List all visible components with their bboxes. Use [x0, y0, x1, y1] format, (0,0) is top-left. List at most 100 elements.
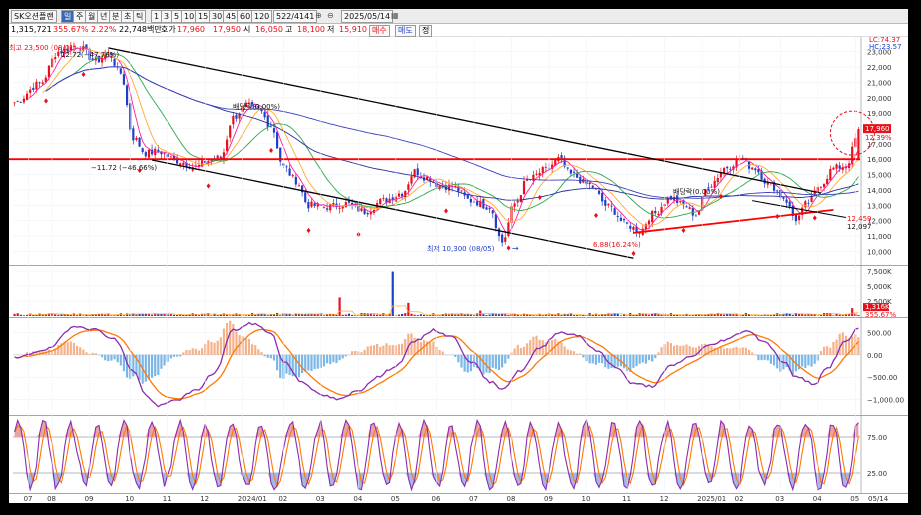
volume-bar	[804, 314, 807, 316]
calendar-icon[interactable]: ▦	[391, 10, 399, 21]
macd-oscillator-bar	[519, 347, 522, 355]
candle-body	[457, 186, 460, 192]
volume-bar	[579, 315, 582, 316]
candle-body	[366, 213, 369, 215]
macd-pane: 500.00 0.00 −500.00 −1,000.00	[9, 317, 908, 415]
volume-bar	[572, 315, 576, 316]
time-tick-label: 12	[200, 495, 209, 503]
volume-bar	[807, 314, 810, 316]
macd-oscillator-bar	[307, 354, 310, 371]
candle-body	[326, 208, 329, 210]
volume-bar	[757, 315, 760, 316]
volume-rate: 355.67%	[53, 25, 89, 34]
macd-oscillator-bar	[110, 354, 113, 361]
interval-120-button[interactable]: 120	[251, 10, 273, 23]
candle-body	[401, 193, 404, 197]
macd-oscillator-bar	[116, 354, 119, 363]
volume-bar	[72, 313, 76, 316]
candle-body	[832, 167, 835, 170]
macd-tick-label: 500.00	[867, 329, 892, 337]
macd-oscillator-bar	[757, 354, 760, 361]
volume-current-label: 1,316K	[865, 303, 890, 311]
time-tick-label: 05	[850, 495, 859, 503]
sell-button[interactable]: 매도	[395, 25, 416, 37]
macd-oscillator-bar	[94, 353, 97, 355]
zoom-out-icon[interactable]: ⊖	[327, 10, 334, 21]
candle-body	[685, 206, 688, 208]
stochastic-tick-label: 75.00	[867, 434, 887, 442]
period-tick-button[interactable]: 틱	[133, 10, 147, 23]
macd-oscillator-bar	[244, 338, 247, 355]
macd-oscillator-bar	[501, 354, 504, 368]
ask-label: 호가	[161, 25, 176, 34]
candle-body	[729, 168, 732, 170]
macd-oscillator-bar	[672, 345, 676, 355]
macd-oscillator-bar	[332, 354, 335, 363]
macd-oscillator-bar	[688, 346, 691, 355]
volume-bar	[751, 315, 754, 317]
macd-oscillator-bar	[466, 354, 469, 373]
candle-body	[41, 82, 44, 84]
date-field[interactable]: 2025/05/14	[341, 10, 394, 23]
time-tick-label: 05/14	[868, 495, 889, 503]
candle-body	[141, 148, 144, 152]
time-tick-label: 02	[735, 495, 744, 503]
volume-bar	[235, 313, 238, 316]
macd-oscillator-bar	[588, 354, 591, 364]
macd-tick-label: 0.00	[867, 352, 883, 360]
macd-oscillator-bar	[263, 354, 266, 357]
macd-oscillator-bar	[638, 354, 641, 364]
macd-oscillator-bar	[144, 354, 147, 382]
candle-body	[513, 203, 516, 207]
macd-oscillator-bar	[560, 342, 563, 355]
candle-body	[360, 208, 363, 211]
volume-bar	[429, 315, 432, 316]
macd-oscillator-bar	[372, 345, 376, 355]
signal-marker: ♦	[305, 227, 311, 235]
macd-oscillator-bar	[254, 345, 257, 355]
macd-oscillator-bar	[266, 354, 269, 358]
macd-oscillator-bar	[838, 333, 841, 355]
candle-body	[382, 198, 385, 199]
volume-bar	[741, 314, 744, 316]
signal-marker: ♦	[630, 250, 636, 258]
macd-oscillator-bar	[69, 341, 72, 355]
macd-oscillator-bar	[219, 337, 222, 355]
time-tick-label: 06	[432, 495, 441, 503]
macd-oscillator-bar	[732, 347, 735, 355]
volume-bar	[307, 314, 310, 316]
buy-button[interactable]: 매수	[369, 25, 390, 37]
candle-body	[810, 196, 813, 202]
macd-oscillator-bar	[354, 350, 357, 355]
macd-oscillator-bar	[432, 341, 435, 355]
stock-code-field[interactable]: SK오션플랜	[11, 10, 57, 23]
volume-bar	[279, 315, 282, 316]
macd-oscillator-bar	[844, 335, 848, 355]
candle-body	[597, 190, 601, 194]
stochastic-pane: 75.00 25.00	[9, 415, 908, 493]
candle-body	[19, 102, 22, 103]
stochastic-tick-label: 25.00	[867, 470, 887, 478]
macd-oscillator-bar	[297, 354, 301, 378]
candle-body	[604, 199, 607, 206]
macd-oscillator-bar	[179, 354, 182, 357]
macd-oscillator-bar	[810, 354, 813, 367]
volume-bar	[182, 314, 185, 316]
macd-oscillator-bar	[382, 345, 385, 355]
candle-body	[229, 125, 232, 138]
macd-oscillator-bar	[651, 354, 654, 362]
time-tick-label: 10	[125, 495, 134, 503]
macd-oscillator-bar	[82, 349, 85, 355]
volume-bar	[113, 315, 116, 316]
volume-bar	[266, 315, 269, 316]
volume-bar	[135, 314, 138, 316]
candle-body	[601, 192, 604, 202]
candle-body	[826, 178, 829, 185]
zoom-in-icon[interactable]: ⊕	[315, 10, 322, 21]
support-pct-annotation: 6.88(16.24%)	[593, 241, 641, 249]
volume-bar	[485, 315, 488, 316]
volume-bar	[716, 313, 719, 316]
correct-button[interactable]: 정	[419, 25, 433, 37]
candle-body	[122, 74, 126, 85]
candle-body	[835, 164, 838, 169]
